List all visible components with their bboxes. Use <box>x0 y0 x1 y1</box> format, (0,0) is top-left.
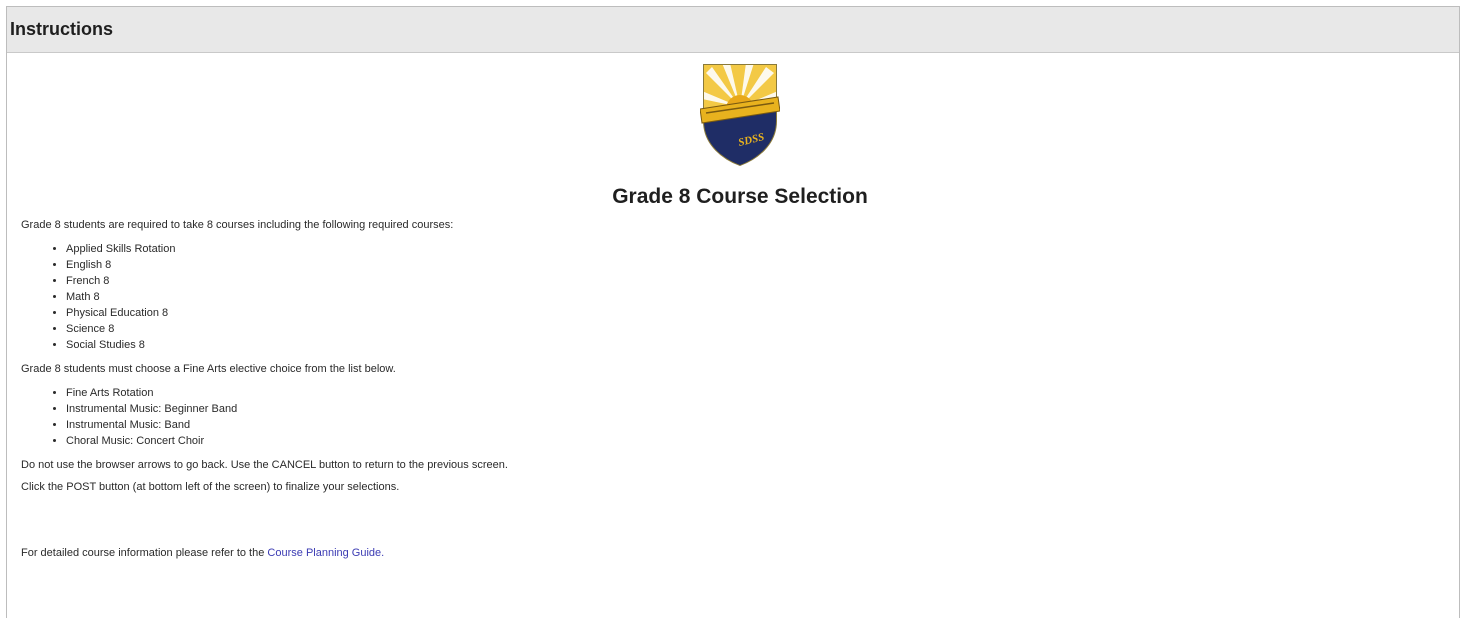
elective-intro: Grade 8 students must choose a Fine Arts… <box>21 363 396 375</box>
list-item: Choral Music: Concert Choir <box>66 433 1459 449</box>
post-note: Click the POST button (at bottom left of… <box>21 481 400 493</box>
elective-courses-list: Fine Arts Rotation Instrumental Music: B… <box>21 385 1459 449</box>
guide-prefix: For detailed course information please r… <box>21 547 268 559</box>
instructions-content: SDSS Grade 8 Course Selection Grade 8 st… <box>7 53 1459 559</box>
list-item: French 8 <box>66 273 1459 289</box>
list-item: Fine Arts Rotation <box>66 385 1459 401</box>
list-item: Instrumental Music: Band <box>66 417 1459 433</box>
required-intro: Grade 8 students are required to take 8 … <box>21 219 454 231</box>
list-item: Applied Skills Rotation <box>66 241 1459 257</box>
crest-container: SDSS <box>21 53 1459 171</box>
school-crest-icon: SDSS <box>700 64 780 167</box>
list-item: Instrumental Music: Beginner Band <box>66 401 1459 417</box>
cancel-note: Do not use the browser arrows to go back… <box>21 459 508 471</box>
panel-title: Instructions <box>10 19 114 39</box>
panel-header: Instructions <box>7 7 1459 53</box>
list-item: Science 8 <box>66 321 1459 337</box>
page-title: Grade 8 Course Selection <box>612 185 868 208</box>
guide-note: For detailed course information please r… <box>21 547 1459 559</box>
course-planning-guide-link[interactable]: Course Planning Guide. <box>267 547 384 559</box>
required-courses-list: Applied Skills Rotation English 8 French… <box>21 241 1459 353</box>
list-item: Physical Education 8 <box>66 305 1459 321</box>
list-item: Social Studies 8 <box>66 337 1459 353</box>
list-item: Math 8 <box>66 289 1459 305</box>
instructions-panel: Instructions SDSS Grade 8 Course Selecti… <box>6 6 1460 618</box>
list-item: English 8 <box>66 257 1459 273</box>
